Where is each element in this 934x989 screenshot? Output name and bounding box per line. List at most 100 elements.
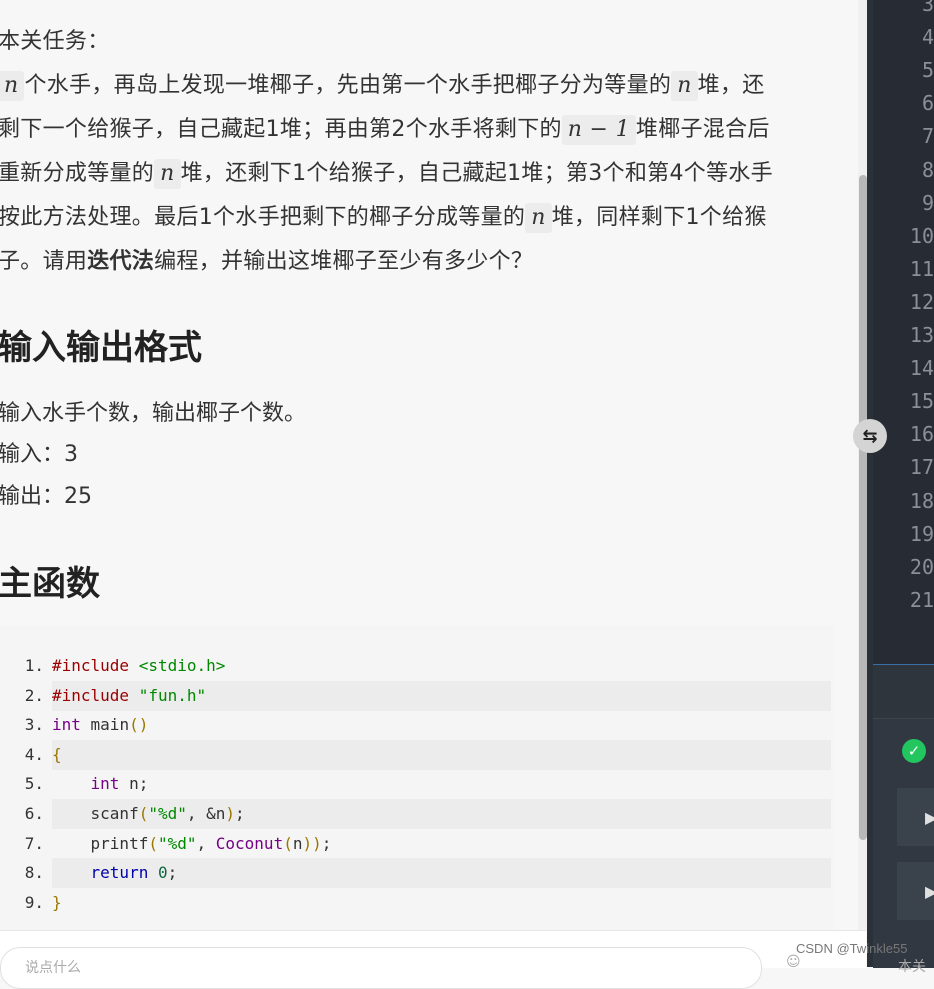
code-line: 7. printf("%d", Coconut(n)); (0, 829, 833, 859)
code-token: "%d" (148, 804, 187, 823)
bold-text: 迭代法 (87, 249, 155, 274)
code-line: 9.} (0, 888, 833, 918)
line-number: 4. (24, 744, 44, 764)
task-line: 剩下一个给猴子，自己藏起1堆；再由第2个水手将剩下的 n − 1 堆椰子混合后 (0, 108, 848, 152)
code-text: int n; (52, 769, 831, 799)
math-variable: n (671, 71, 698, 101)
code-token: , (196, 833, 216, 853)
editor-line-number: 11 (909, 256, 934, 281)
code-token: ; (167, 863, 178, 883)
editor-line-number: 7 (921, 124, 934, 149)
math-variable: n (0, 71, 25, 101)
code-text: return 0; (52, 858, 831, 889)
editor-line-number: 20 (909, 554, 934, 579)
check-circle-icon: ✓ (902, 739, 926, 763)
submit-button[interactable]: ▶ (897, 862, 934, 920)
code-token: int (52, 715, 81, 735)
code-line: 8. return 0; (0, 858, 833, 889)
code-text: } (52, 888, 831, 918)
comment-input[interactable] (0, 947, 762, 989)
code-editor[interactable]: 3 4 5 6 7 8 9 10 11 12 13 14 15 16 17 18 19 20 21 (873, 0, 934, 664)
code-line: 3. int main() (0, 710, 833, 740)
editor-line-number: 9 (921, 190, 934, 215)
editor-line-number: 12 (909, 289, 934, 314)
run-button[interactable]: ▶ (897, 788, 934, 846)
editor-line-number: 10 (909, 223, 934, 248)
code-token: #include (52, 656, 139, 675)
code-token: printf (52, 833, 149, 853)
line-number: 3. (24, 715, 44, 735)
code-token: n; (119, 774, 149, 794)
editor-line-number: 5 (921, 58, 934, 83)
editor-line-number: 21 (909, 587, 934, 612)
play-icon: ▶ (925, 807, 934, 827)
line-number: 8. (24, 863, 44, 883)
code-token: ( (283, 833, 293, 853)
code-token: int (90, 774, 120, 794)
code-token: <stdio.h> (138, 656, 226, 675)
io-output-example: 输出：25 (0, 484, 92, 509)
task-description: 本关任务： n 个水手，再岛上发现一堆椰子，先由第一个水手把椰子分为等量的 n 堆，还剩… (0, 20, 848, 284)
math-variable: n (154, 159, 181, 189)
io-description: 输入水手个数，输出椰子个数。 (0, 401, 307, 426)
right-bottom-label: 本关 (898, 959, 926, 975)
problem-panel: 本关任务： n 个水手，再岛上发现一堆椰子，先由第一个水手把椰子分为等量的 n 堆，还剩… (0, 0, 858, 967)
watermark: CSDN @Twinkle55 (796, 941, 908, 956)
task-line: 按此方法处理。最后1个水手把剩下的椰子分成等量的 n 堆，同样剩下1个给猴 (0, 196, 848, 240)
code-token: )) (302, 833, 322, 853)
math-variable: n − 1 (561, 115, 636, 145)
editor-line-number: 14 (909, 356, 934, 381)
play-icon: ▶ (925, 881, 934, 901)
code-token: } (52, 892, 62, 912)
task-line: n 个水手，再岛上发现一堆椰子，先由第一个水手把椰子分为等量的 n 堆，还 (0, 64, 848, 108)
scrollbar-thumb[interactable] (859, 175, 867, 840)
task-text: 堆，同样剩下1个给猴 (551, 205, 767, 230)
code-text: scanf("%d", &n); (52, 799, 831, 829)
code-token: scanf (52, 804, 139, 823)
code-token: () (129, 715, 149, 735)
editor-line-number: 3 (921, 0, 934, 16)
editor-line-number: 15 (909, 389, 934, 414)
code-token: main (80, 715, 130, 735)
io-heading: 输入输出格式 (0, 328, 202, 368)
code-token: ( (148, 833, 158, 853)
editor-line-number: 17 (909, 455, 934, 480)
code-line: 2. #include "fun.h" (0, 680, 833, 711)
editor-line-number: 18 (909, 488, 934, 513)
task-text: 按此方法处理。最后1个水手把剩下的椰子分成等量的 (0, 205, 526, 230)
line-number: 2. (24, 685, 44, 705)
editor-line-number: 6 (921, 91, 934, 116)
code-token: ; (321, 833, 332, 853)
code-token: ; (235, 804, 245, 823)
code-token: { (52, 744, 62, 764)
io-input-example: 输入：3 (0, 442, 78, 467)
code-token: ) (225, 804, 236, 823)
line-number: 1. (24, 656, 44, 675)
code-line: 4. { (0, 739, 833, 770)
resize-handle-icon[interactable]: ⇆ (853, 419, 887, 453)
code-text: #include "fun.h" (52, 680, 831, 711)
code-text: { (52, 739, 831, 770)
task-line: 重新分成等量的 n 堆，还剩下1个给猴子，自己藏起1堆；第3个和第4个等水手 (0, 152, 848, 196)
editor-line-number: 4 (921, 25, 934, 50)
code-line: 5. int n; (0, 769, 833, 799)
comment-bar: 说点什么 (0, 930, 866, 989)
task-text: 堆椰子混合后 (635, 117, 770, 142)
code-token: "fun.h" (138, 685, 207, 705)
task-text: 剩下一个给猴子，自己藏起1堆；再由第2个水手将剩下的 (0, 117, 562, 142)
emoji-icon[interactable]: ☺ (786, 954, 801, 970)
code-line: 1. #include <stdio.h> (0, 651, 833, 681)
code-token: Coconut (215, 833, 284, 853)
task-text: 编程，并输出这堆椰子至少有多少个？ (154, 249, 534, 274)
code-token: "%d" (157, 833, 197, 853)
code-token: return (90, 863, 149, 883)
task-line: 本关任务： (0, 20, 848, 64)
line-number: 9. (24, 892, 44, 912)
task-text: 堆，还 (697, 73, 765, 98)
main-function-heading: 主函数 (0, 564, 100, 604)
task-text: 子。请用 (0, 249, 88, 274)
editor-line-number: 8 (921, 157, 934, 182)
code-block: 1. #include <stdio.h> 2. #include "fun.h" 3.… (0, 625, 833, 930)
